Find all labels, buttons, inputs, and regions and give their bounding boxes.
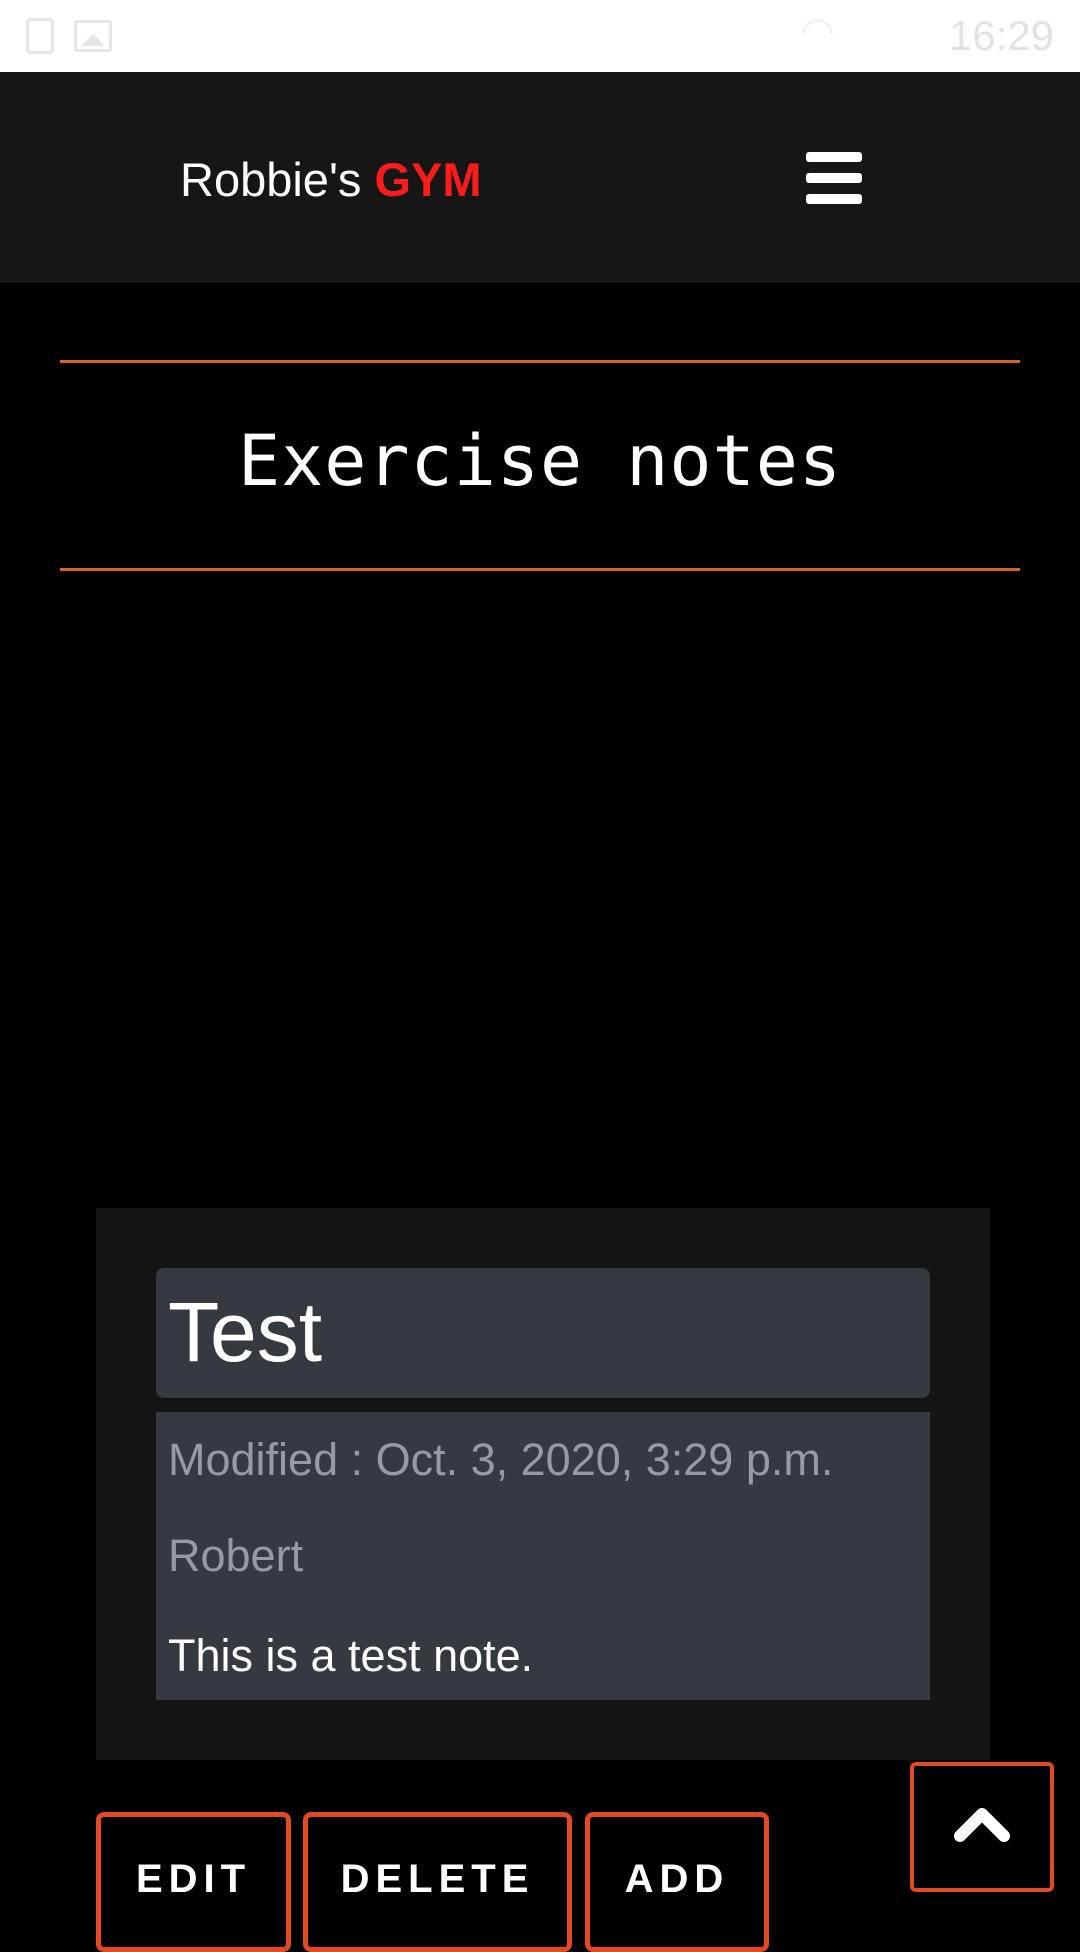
brand-accent: GYM — [374, 153, 482, 206]
top-divider — [60, 360, 1020, 363]
edit-button[interactable]: EDIT — [96, 1812, 291, 1952]
bottom-divider — [60, 568, 1020, 571]
add-button[interactable]: ADD — [585, 1812, 769, 1952]
top-navbar: Robbie's GYM — [0, 72, 1080, 283]
wifi-icon: ◠ — [800, 9, 835, 55]
hamburger-bar — [806, 194, 862, 204]
image-icon — [74, 20, 112, 52]
note-title-box: Test — [156, 1268, 930, 1398]
scroll-to-top-button[interactable] — [910, 1762, 1054, 1892]
status-bar-notifications — [26, 18, 112, 54]
delete-button[interactable]: DELETE — [303, 1812, 572, 1952]
hamburger-bar — [806, 173, 862, 183]
chevron-up-icon — [954, 1808, 1010, 1842]
hamburger-bar — [806, 152, 862, 162]
brand-prefix: Robbie's — [180, 153, 362, 206]
note-body-box: Modified : Oct. 3, 2020, 3:29 p.m. Rober… — [156, 1412, 930, 1700]
status-clock: 16:29 — [948, 12, 1054, 59]
note-author: Robert — [168, 1530, 304, 1581]
page-title: Exercise notes — [237, 420, 842, 502]
note-modified-date: Modified : Oct. 3, 2020, 3:29 p.m. — [168, 1434, 834, 1485]
note-content: This is a test note. — [168, 1630, 534, 1681]
brand-logo[interactable]: Robbie's GYM — [180, 152, 482, 207]
sim-icon — [26, 18, 54, 54]
note-title: Test — [168, 1285, 323, 1379]
status-bar: ◠ 16:29 — [0, 0, 1080, 72]
hamburger-menu-icon[interactable] — [806, 152, 862, 204]
note-card: Test Modified : Oct. 3, 2020, 3:29 p.m. … — [96, 1208, 990, 1760]
